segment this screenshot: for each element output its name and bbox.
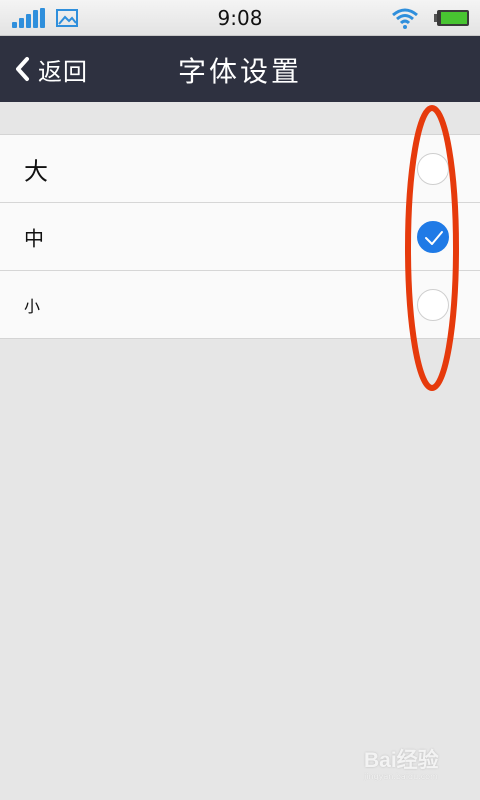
radio-button-checked[interactable] — [417, 220, 449, 253]
font-size-option-list: 大 中 小 — [0, 134, 480, 339]
option-label: 大 — [24, 157, 48, 185]
option-label: 小 — [24, 296, 41, 316]
font-size-option-medium[interactable]: 中 — [0, 202, 480, 270]
watermark-logo: Bai经验 — [364, 749, 439, 772]
watermark: Bai经验 jingyan.baidu.com — [364, 742, 474, 792]
status-bar: 9:08 — [0, 0, 480, 36]
checkmark-icon — [425, 230, 443, 245]
wifi-icon — [392, 8, 418, 29]
watermark-url: jingyan.baidu.com — [364, 772, 438, 781]
font-size-option-large[interactable]: 大 — [0, 135, 480, 202]
page-title: 字体设置 — [177, 55, 302, 88]
battery-icon — [434, 10, 469, 26]
font-size-option-small[interactable]: 小 — [0, 270, 480, 338]
radio-button-unchecked[interactable] — [417, 288, 449, 321]
option-label: 中 — [24, 226, 44, 250]
nav-bar: 返回 字体设置 — [0, 36, 480, 102]
radio-button-unchecked[interactable] — [417, 152, 449, 185]
